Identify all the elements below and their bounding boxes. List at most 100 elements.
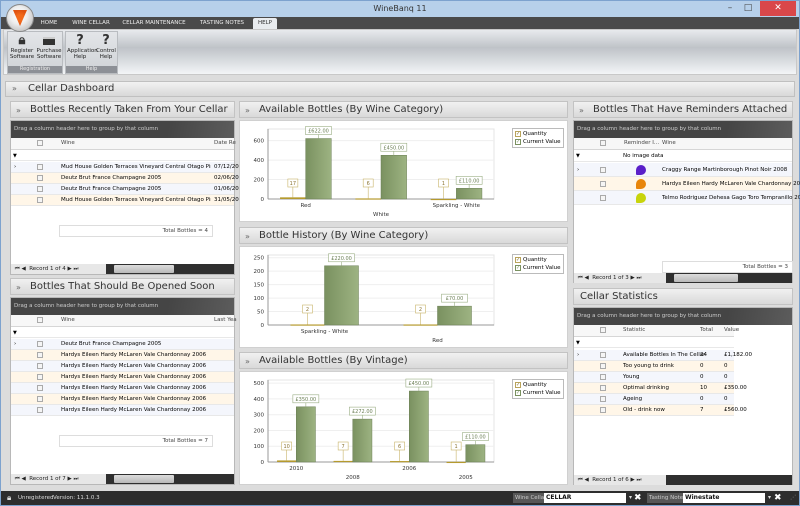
- dashboard-header[interactable]: » Cellar Dashboard: [5, 81, 795, 97]
- tab-tasting-notes[interactable]: TASTING NOTES: [195, 18, 249, 29]
- legend-current-value[interactable]: ✓ Current Value: [515, 389, 561, 397]
- horizontal-scrollbar[interactable]: [114, 265, 174, 273]
- legend-quantity[interactable]: ✓ Quantity: [515, 130, 561, 138]
- opensoon-panel-header[interactable]: » Bottles That Should Be Opened Soon: [10, 278, 235, 295]
- control-help-button[interactable]: ? Control Help: [93, 34, 119, 66]
- column-header-statistic[interactable]: Statistic: [623, 325, 645, 336]
- row-checkbox[interactable]: [37, 197, 43, 203]
- resize-grip-icon[interactable]: ⋰: [790, 491, 796, 505]
- tab-home[interactable]: HOME: [37, 18, 61, 29]
- table-row[interactable]: › Available Bottles In The Cellar 24 £1,182…: [574, 350, 752, 361]
- row-checkbox[interactable]: [37, 164, 43, 170]
- table-row[interactable]: › Craggy Range Martinborough Pinot Noir 2…: [574, 163, 792, 177]
- application-help-button[interactable]: ? Application Help: [67, 34, 98, 66]
- legend-quantity[interactable]: ✓ Quantity: [515, 381, 561, 389]
- select-all-checkbox[interactable]: [600, 327, 606, 333]
- column-header-last-year[interactable]: Last Yea: [214, 315, 237, 326]
- table-row[interactable]: Optimal drinking 10 £350.00: [574, 383, 747, 394]
- group-by-area[interactable]: Drag a column header here to group by th…: [574, 121, 792, 138]
- horizontal-scrollbar[interactable]: [674, 274, 738, 282]
- row-checkbox[interactable]: [600, 181, 606, 187]
- row-checkbox[interactable]: [37, 175, 43, 181]
- column-header-wine[interactable]: Wine: [662, 138, 676, 149]
- table-row[interactable]: Old - drink now 7 £560.00: [574, 405, 747, 416]
- select-all-checkbox[interactable]: [600, 140, 606, 146]
- row-checkbox[interactable]: [37, 341, 43, 347]
- group-by-area[interactable]: Drag a column header here to group by th…: [574, 308, 792, 325]
- column-header-wine[interactable]: Wine: [61, 138, 75, 149]
- row-checkbox[interactable]: [37, 186, 43, 192]
- row-checkbox[interactable]: [37, 385, 43, 391]
- row-checkbox[interactable]: [600, 407, 606, 413]
- filter-row[interactable]: ▼ No image data: [574, 151, 792, 162]
- row-checkbox[interactable]: [600, 396, 606, 402]
- chart3-panel-header[interactable]: » Available Bottles (By Vintage): [239, 352, 568, 369]
- collapse-icon[interactable]: »: [245, 354, 250, 369]
- table-row[interactable]: Too young to drink 0 0: [574, 361, 734, 372]
- chart-legend[interactable]: ✓ Quantity ✓ Current Value: [512, 254, 564, 274]
- reminders-panel-header[interactable]: » Bottles That Have Reminders Attached: [573, 101, 793, 118]
- collapse-icon[interactable]: »: [579, 103, 584, 118]
- row-checkbox[interactable]: [600, 167, 606, 173]
- table-row[interactable]: Mud House Golden Terraces Vineyard Centr…: [11, 195, 239, 206]
- select-all-checkbox[interactable]: [37, 317, 43, 323]
- dropdown-arrow-icon[interactable]: ▾: [629, 491, 632, 505]
- tools-icon[interactable]: ✖: [634, 491, 642, 505]
- legend-current-value[interactable]: ✓ Current Value: [515, 138, 561, 146]
- column-header-date[interactable]: Date Re: [214, 138, 236, 149]
- group-by-area[interactable]: Drag a column header here to group by th…: [11, 121, 234, 138]
- table-row[interactable]: Hardys Eileen Hardy McLaren Vale Chardon…: [11, 350, 234, 361]
- record-indicator[interactable]: ⏮ ◀ Record 1 of 7 ▶ ⏭: [11, 474, 106, 484]
- tab-help[interactable]: HELP: [253, 18, 277, 29]
- purchase-software-button[interactable]: Purchase Software: [36, 34, 62, 66]
- collapse-icon[interactable]: »: [16, 280, 21, 295]
- table-row[interactable]: › Mud House Golden Terraces Vineyard Cent…: [11, 162, 239, 173]
- chart2-panel-header[interactable]: » Bottle History (By Wine Category): [239, 227, 568, 244]
- table-row[interactable]: Hardys Eileen Hardy McLaren Vale Chardon…: [574, 177, 800, 191]
- filter-row[interactable]: ▼: [574, 338, 734, 348]
- column-header-value[interactable]: Value: [724, 325, 739, 336]
- tab-cellar-maintenance[interactable]: CELLAR MAINTENANCE: [119, 18, 189, 29]
- row-checkbox[interactable]: [600, 352, 606, 358]
- column-header-reminder-image[interactable]: Reminder I...: [624, 138, 659, 149]
- collapse-icon[interactable]: »: [12, 82, 17, 96]
- row-checkbox[interactable]: [600, 363, 606, 369]
- horizontal-scrollbar[interactable]: [114, 475, 174, 483]
- wine-cellar-selector[interactable]: CELLAR: [544, 493, 626, 503]
- tools-icon[interactable]: ✖: [774, 491, 782, 505]
- table-row[interactable]: Hardys Eileen Hardy McLaren Vale Chardon…: [11, 405, 234, 416]
- table-row[interactable]: Hardys Eileen Hardy McLaren Vale Chardon…: [11, 361, 234, 372]
- table-row[interactable]: Hardys Eileen Hardy McLaren Vale Chardon…: [11, 383, 234, 394]
- row-checkbox[interactable]: [37, 407, 43, 413]
- column-header-wine[interactable]: Wine: [61, 315, 75, 326]
- chart1-panel-header[interactable]: » Available Bottles (By Wine Category): [239, 101, 568, 118]
- select-all-checkbox[interactable]: [37, 140, 43, 146]
- filter-row[interactable]: ▼: [11, 151, 234, 161]
- app-menu-button[interactable]: [6, 4, 34, 32]
- table-row[interactable]: Telmo Rodriguez Dehesa Gago Toro Tempran…: [574, 191, 800, 205]
- tasting-notes-selector[interactable]: Winestate: [683, 493, 765, 503]
- close-button[interactable]: ✕: [760, 1, 796, 16]
- row-checkbox[interactable]: [37, 363, 43, 369]
- table-row[interactable]: Young 0 0: [574, 372, 734, 383]
- table-row[interactable]: Ageing 0 0: [574, 394, 734, 405]
- stats-panel-header[interactable]: Cellar Statistics: [573, 288, 793, 305]
- record-indicator[interactable]: ⏮ ◀ Record 1 of 4 ▶ ⏭: [11, 264, 106, 274]
- register-software-button[interactable]: 🔒︎ Register Software: [9, 34, 35, 66]
- table-row[interactable]: › Deutz Brut France Champagne 2005: [11, 339, 234, 350]
- dropdown-arrow-icon[interactable]: ▾: [768, 491, 771, 505]
- minimize-button[interactable]: –: [721, 1, 739, 16]
- column-header-total[interactable]: Total: [700, 325, 713, 336]
- table-row[interactable]: Hardys Eileen Hardy McLaren Vale Chardon…: [11, 372, 234, 383]
- tab-wine-cellar[interactable]: WINE CELLAR: [67, 18, 115, 29]
- legend-current-value[interactable]: ✓ Current Value: [515, 264, 561, 272]
- row-checkbox[interactable]: [37, 396, 43, 402]
- collapse-icon[interactable]: »: [245, 229, 250, 244]
- collapse-icon[interactable]: »: [16, 103, 21, 118]
- chart-legend[interactable]: ✓ Quantity ✓ Current Value: [512, 379, 564, 399]
- group-by-area[interactable]: Drag a column header here to group by th…: [11, 298, 234, 315]
- row-checkbox[interactable]: [600, 385, 606, 391]
- table-row[interactable]: Deutz Brut France Champagne 2005 01/06/20: [11, 184, 239, 195]
- record-indicator[interactable]: ⏮ ◀ Record 1 of 6 ▶ ⏭: [574, 475, 666, 485]
- row-checkbox[interactable]: [37, 352, 43, 358]
